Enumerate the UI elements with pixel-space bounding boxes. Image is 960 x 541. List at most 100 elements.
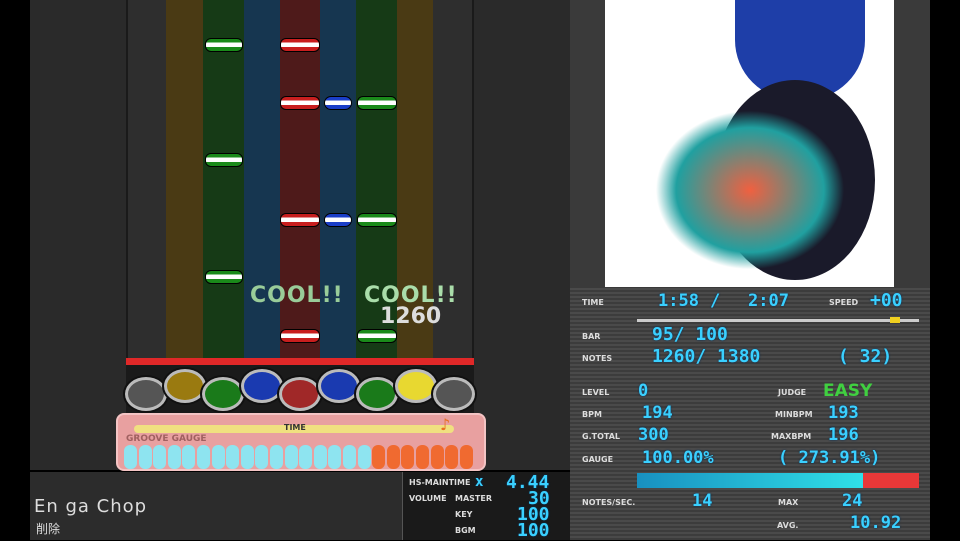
volume-label: VOLUME [409, 494, 447, 503]
speed-value: +00 [870, 290, 903, 311]
gauge-segment [138, 445, 152, 469]
note [324, 96, 352, 110]
judge-line [126, 358, 474, 365]
avg-label: AVG. [777, 521, 799, 530]
nps-value: 14 [692, 491, 713, 511]
background-art [605, 0, 894, 287]
judge-value: EASY [823, 381, 873, 401]
max-nps-value: 24 [842, 491, 863, 511]
gauge-segment [197, 445, 210, 469]
level-value: 0 [638, 381, 649, 401]
button-5[interactable] [279, 377, 321, 411]
gauge-segment [299, 445, 313, 469]
note [280, 329, 320, 343]
gauge-segment [328, 445, 342, 469]
gtotal-label: G.TOTAL [582, 432, 620, 441]
button-4[interactable] [241, 369, 283, 403]
lane-3 [203, 0, 244, 362]
gauge-segment [459, 445, 473, 469]
notes-value: 1260/ 1380 [652, 346, 761, 367]
button-7[interactable] [356, 377, 398, 411]
gauge-segment [124, 445, 137, 469]
groove-gauge-panel: TIME ♪ GROOVE GAUGE [116, 413, 486, 471]
groove-gauge-label: GROOVE GAUGE [126, 434, 207, 444]
time-label: TIME [284, 423, 306, 432]
judgment-text: COOL!! [250, 283, 344, 308]
max-label: MAX [778, 498, 799, 507]
gauge-segment [401, 445, 415, 469]
master-label: MASTER [455, 494, 492, 503]
gauge-label: GAUGE [582, 455, 614, 464]
bgm-volume[interactable]: 100 [517, 520, 550, 541]
gauge-segment [240, 445, 254, 469]
gauge-segment [357, 445, 371, 469]
note [324, 213, 352, 227]
gauge-value: 100.00% [642, 448, 714, 468]
note [205, 153, 243, 167]
note [280, 213, 320, 227]
stats-panel: TIME 1:58 / 2:07 SPEED +00 BAR 95/ 100 N… [570, 288, 930, 540]
bar-label: BAR [582, 332, 601, 341]
time-total: 2:07 [748, 291, 789, 311]
gauge-segment [445, 445, 459, 469]
gauge-segment [343, 445, 356, 469]
bpm-value: 194 [642, 403, 673, 423]
gauge-segment [386, 445, 400, 469]
level-label: LEVEL [582, 388, 610, 397]
key-label: KEY [455, 510, 473, 519]
volume-panel: HS-MAINTIME x 4.44 VOLUME MASTER 30 KEY … [402, 472, 570, 541]
gauge-segment [284, 445, 298, 469]
gauge-segment [226, 445, 240, 469]
lane-1 [128, 0, 166, 362]
time-bar: TIME [134, 423, 454, 433]
gauge-bar [637, 473, 919, 488]
maxbpm-label: MAXBPM [771, 432, 812, 441]
gauge-segment [153, 445, 167, 469]
time-progress-bar [637, 317, 919, 323]
gtotal-value: 300 [638, 425, 669, 445]
button-1[interactable] [125, 377, 167, 411]
button-2[interactable] [164, 369, 206, 403]
note [357, 329, 397, 343]
time-label: TIME [582, 298, 604, 307]
combo-counter: 1260 [380, 304, 442, 329]
gauge-segment [416, 445, 429, 469]
note [205, 38, 243, 52]
time-current: 1:58 [658, 291, 699, 311]
bgm-label: BGM [455, 526, 476, 535]
button-8[interactable] [395, 369, 437, 403]
gauge-segment [372, 445, 386, 469]
gauge-segment [313, 445, 327, 469]
notes-label: NOTES [582, 354, 613, 363]
minbpm-value: 193 [828, 403, 859, 423]
minbpm-label: MINBPM [775, 410, 813, 419]
hs-maintime-label: HS-MAINTIME [409, 478, 471, 487]
judge-label: JUDGE [778, 388, 807, 397]
notes-remaining: ( 32) [838, 346, 893, 367]
button-9[interactable] [433, 377, 475, 411]
note [280, 38, 320, 52]
button-3[interactable] [202, 377, 244, 411]
button-6[interactable] [318, 369, 360, 403]
hs-multiplier-x: x [475, 474, 484, 490]
gauge-segment [255, 445, 269, 469]
song-subtitle: 削除 [36, 522, 61, 536]
bpm-label: BPM [582, 410, 602, 419]
song-title: En ga Chop [34, 496, 148, 517]
bar-value: 95/ 100 [652, 324, 728, 345]
speed-label: SPEED [829, 298, 859, 307]
note [357, 213, 397, 227]
note [205, 270, 243, 284]
note [357, 96, 397, 110]
nps-label: NOTES/SEC. [582, 498, 636, 507]
gauge-extra: ( 273.91%) [778, 448, 881, 468]
gauge-segment [182, 445, 196, 469]
gauge-segment [270, 445, 283, 469]
gauge-segment [211, 445, 225, 469]
note [280, 96, 320, 110]
avg-nps-value: 10.92 [850, 513, 902, 533]
lane-2 [166, 0, 203, 362]
music-note-icon: ♪ [440, 415, 451, 434]
gauge-segment [167, 445, 181, 469]
gauge-segment [430, 445, 444, 469]
